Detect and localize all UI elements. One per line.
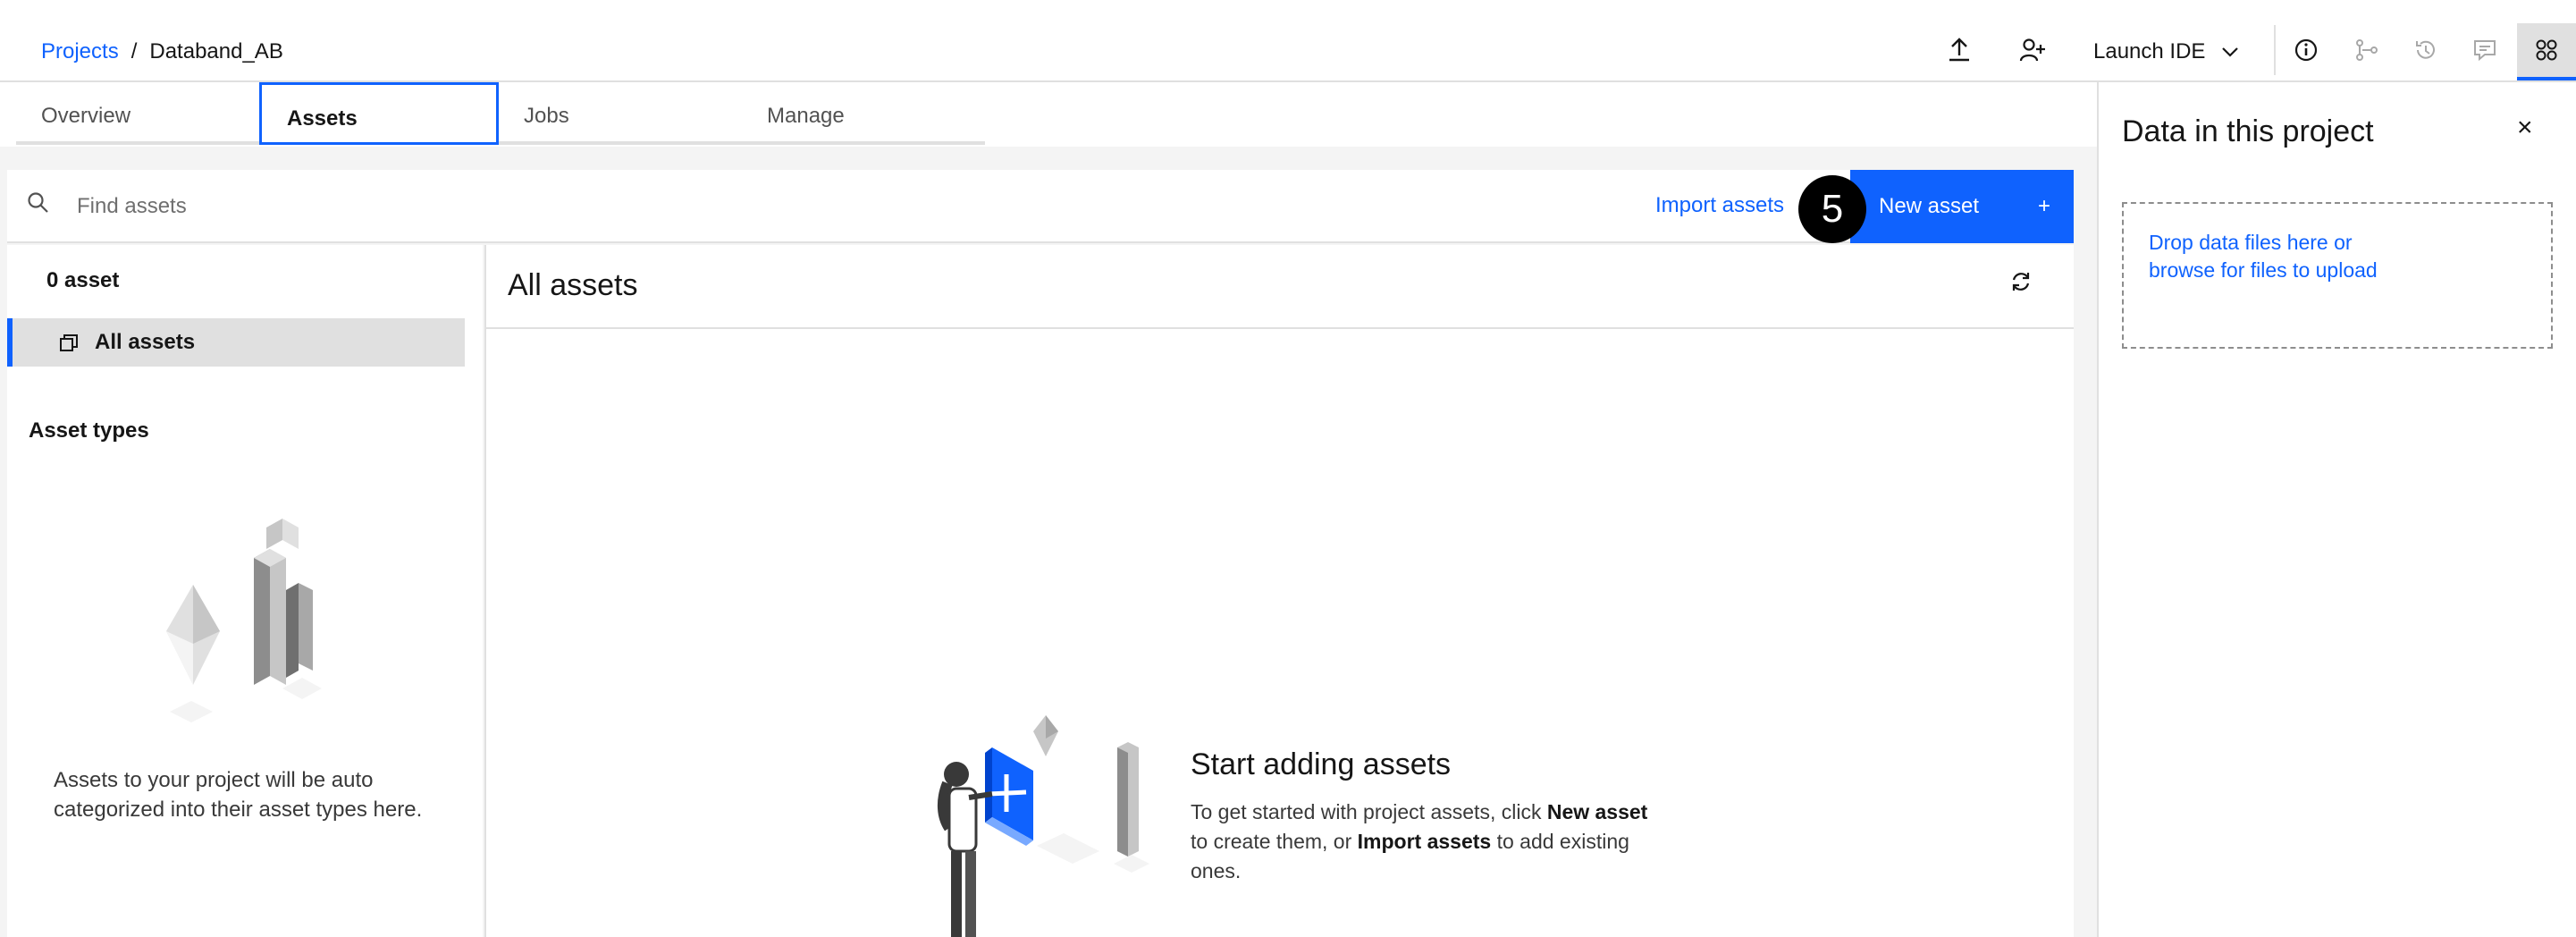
refresh-icon[interactable] — [2009, 270, 2033, 293]
breadcrumb: Projects / Databand_AB — [41, 39, 283, 64]
asset-types-heading: Asset types — [29, 418, 149, 443]
lineage-icon[interactable] — [2349, 32, 2385, 68]
launch-ide-label: Launch IDE — [2093, 39, 2206, 63]
sidebar-item-all-assets[interactable]: All assets — [7, 318, 465, 367]
empty-state-title: Start adding assets — [1191, 747, 1452, 781]
empty-desc-import-assets: Import assets — [1357, 830, 1492, 853]
empty-state-description: To get started with project assets, clic… — [1191, 798, 1655, 886]
comment-icon[interactable] — [2467, 32, 2503, 68]
chevron-down-icon — [2222, 47, 2239, 57]
asset-stack-icon — [60, 334, 78, 351]
all-assets-label: All assets — [95, 330, 196, 354]
launch-ide-menu[interactable]: Launch IDE — [2093, 39, 2239, 64]
assets-toolbar: Import assets — [7, 170, 2074, 243]
project-tabs: Overview Assets Jobs Manage — [16, 82, 985, 145]
info-icon[interactable] — [2288, 32, 2324, 68]
search-input[interactable] — [77, 188, 881, 225]
dropzone-browse-link[interactable]: browse for files to upload — [2149, 257, 2526, 284]
search-icon — [28, 192, 48, 213]
breadcrumb-separator: / — [130, 39, 138, 63]
empty-state-illustration — [938, 715, 1149, 937]
empty-desc-new-asset: New asset — [1546, 800, 1648, 823]
plus-icon: + — [2037, 194, 2050, 218]
content-divider — [486, 327, 2074, 329]
close-icon[interactable]: × — [2517, 113, 2533, 143]
new-asset-button[interactable]: New asset + — [1850, 170, 2074, 243]
panel-title: Data in this project — [2122, 114, 2374, 148]
data-panel-button[interactable] — [2517, 23, 2576, 80]
data-panel-icon — [2536, 39, 2557, 61]
asset-types-illustration — [166, 519, 322, 722]
asset-count: 0 asset — [46, 268, 120, 292]
file-dropzone[interactable]: Drop data files here or browse for files… — [2122, 202, 2553, 349]
empty-desc-part-2: to create them, or — [1191, 830, 1358, 853]
dropzone-line-1: Drop data files here or — [2149, 231, 2353, 254]
tab-overview[interactable]: Overview — [16, 82, 259, 145]
breadcrumb-projects-link[interactable]: Projects — [41, 39, 119, 64]
import-assets-link[interactable]: Import assets — [1655, 193, 1784, 218]
tab-manage[interactable]: Manage — [742, 82, 985, 145]
header-divider — [2274, 25, 2276, 75]
new-asset-label: New asset — [1879, 194, 1980, 218]
upload-icon[interactable] — [1941, 32, 1977, 68]
history-icon[interactable] — [2408, 32, 2444, 68]
tab-assets[interactable]: Assets — [259, 82, 499, 145]
sidebar-note: Assets to your project will be auto cate… — [54, 768, 423, 822]
add-collaborator-icon[interactable] — [2015, 32, 2050, 68]
step-badge: 5 — [1798, 175, 1866, 243]
tab-jobs[interactable]: Jobs — [499, 82, 742, 145]
content-title: All assets — [508, 268, 638, 302]
breadcrumb-current: Databand_AB — [149, 39, 283, 63]
empty-desc-part-1: To get started with project assets, clic… — [1191, 800, 1547, 823]
